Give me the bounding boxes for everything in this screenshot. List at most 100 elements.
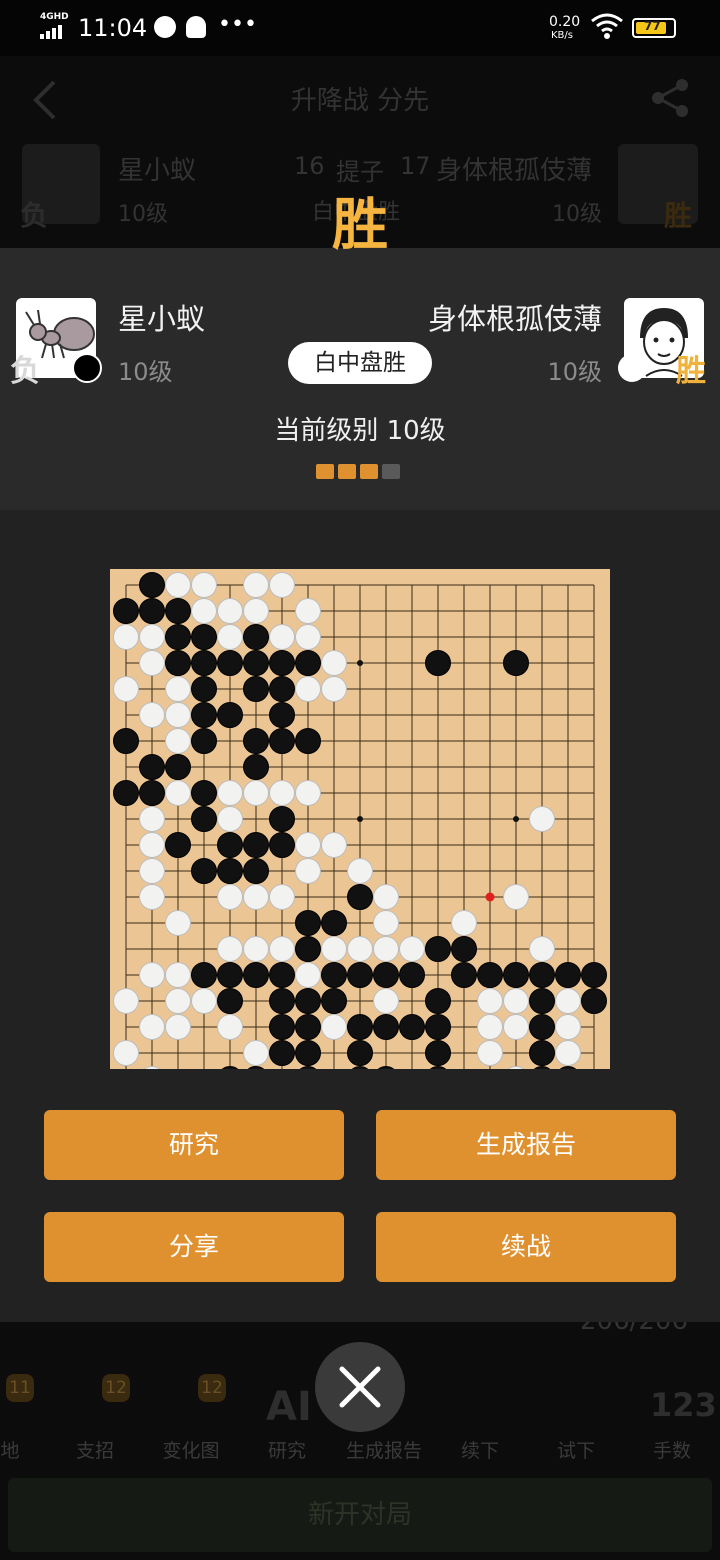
white-stone[interactable] bbox=[295, 624, 321, 650]
black-stone[interactable] bbox=[165, 624, 191, 650]
black-stone[interactable] bbox=[347, 884, 373, 910]
black-stone[interactable] bbox=[191, 962, 217, 988]
black-stone[interactable] bbox=[269, 832, 295, 858]
black-stone[interactable] bbox=[503, 650, 529, 676]
white-stone[interactable] bbox=[477, 1040, 503, 1066]
black-stone[interactable] bbox=[217, 962, 243, 988]
white-stone[interactable] bbox=[217, 598, 243, 624]
black-stone[interactable] bbox=[425, 650, 451, 676]
black-stone[interactable] bbox=[451, 936, 477, 962]
white-stone[interactable] bbox=[139, 1014, 165, 1040]
black-stone[interactable] bbox=[425, 1040, 451, 1066]
black-stone[interactable] bbox=[243, 728, 269, 754]
white-stone[interactable] bbox=[477, 1014, 503, 1040]
white-stone[interactable] bbox=[139, 962, 165, 988]
black-stone[interactable] bbox=[139, 572, 165, 598]
black-stone[interactable] bbox=[529, 988, 555, 1014]
study-button[interactable]: 研究 bbox=[44, 1110, 344, 1180]
white-stone[interactable] bbox=[295, 598, 321, 624]
nav-item-try[interactable]: 试下 bbox=[526, 1436, 626, 1463]
black-stone[interactable] bbox=[295, 728, 321, 754]
white-stone[interactable] bbox=[373, 884, 399, 910]
black-stone[interactable] bbox=[269, 702, 295, 728]
nav-item-ai-study[interactable]: 研究 bbox=[237, 1436, 337, 1463]
black-stone[interactable] bbox=[503, 962, 529, 988]
share-button[interactable]: 分享 bbox=[44, 1212, 344, 1282]
black-stone[interactable] bbox=[269, 806, 295, 832]
white-stone[interactable] bbox=[165, 988, 191, 1014]
white-stone[interactable] bbox=[139, 624, 165, 650]
white-stone[interactable] bbox=[217, 1014, 243, 1040]
white-stone[interactable] bbox=[243, 1040, 269, 1066]
white-stone[interactable] bbox=[321, 936, 347, 962]
white-stone[interactable] bbox=[113, 1040, 139, 1066]
white-stone[interactable] bbox=[243, 572, 269, 598]
white-stone[interactable] bbox=[529, 806, 555, 832]
white-stone[interactable] bbox=[477, 988, 503, 1014]
nav-item-continue[interactable]: 续下 bbox=[430, 1436, 530, 1463]
black-stone[interactable] bbox=[529, 962, 555, 988]
white-stone[interactable] bbox=[165, 676, 191, 702]
black-stone[interactable] bbox=[165, 832, 191, 858]
white-stone[interactable] bbox=[269, 884, 295, 910]
white-stone[interactable] bbox=[295, 676, 321, 702]
white-stone[interactable] bbox=[139, 806, 165, 832]
white-stone[interactable] bbox=[243, 936, 269, 962]
black-stone[interactable] bbox=[191, 676, 217, 702]
white-stone[interactable] bbox=[191, 572, 217, 598]
black-stone[interactable] bbox=[269, 962, 295, 988]
white-stone[interactable] bbox=[295, 962, 321, 988]
black-stone[interactable] bbox=[399, 1014, 425, 1040]
white-stone[interactable] bbox=[373, 910, 399, 936]
white-stone[interactable] bbox=[165, 702, 191, 728]
black-stone[interactable] bbox=[477, 962, 503, 988]
black-stone[interactable] bbox=[321, 988, 347, 1014]
black-stone[interactable] bbox=[243, 650, 269, 676]
share-icon[interactable] bbox=[650, 78, 690, 122]
white-stone[interactable] bbox=[555, 988, 581, 1014]
black-stone[interactable] bbox=[269, 1040, 295, 1066]
black-stone[interactable] bbox=[347, 962, 373, 988]
black-stone[interactable] bbox=[295, 936, 321, 962]
black-stone[interactable] bbox=[269, 728, 295, 754]
white-stone[interactable] bbox=[243, 780, 269, 806]
white-stone[interactable] bbox=[139, 884, 165, 910]
black-stone[interactable] bbox=[217, 650, 243, 676]
black-stone[interactable] bbox=[243, 624, 269, 650]
white-stone[interactable] bbox=[295, 832, 321, 858]
black-stone[interactable] bbox=[139, 754, 165, 780]
white-stone[interactable] bbox=[295, 780, 321, 806]
white-stone[interactable] bbox=[295, 858, 321, 884]
white-stone[interactable] bbox=[165, 1014, 191, 1040]
white-stone[interactable] bbox=[321, 650, 347, 676]
white-stone[interactable] bbox=[399, 936, 425, 962]
black-stone[interactable] bbox=[217, 858, 243, 884]
black-stone[interactable] bbox=[295, 1040, 321, 1066]
black-stone[interactable] bbox=[113, 598, 139, 624]
white-stone[interactable] bbox=[269, 624, 295, 650]
black-stone[interactable] bbox=[191, 728, 217, 754]
black-stone[interactable] bbox=[555, 962, 581, 988]
black-stone[interactable] bbox=[269, 1014, 295, 1040]
black-stone[interactable] bbox=[373, 1014, 399, 1040]
white-stone[interactable] bbox=[529, 936, 555, 962]
black-stone[interactable] bbox=[451, 962, 477, 988]
nav-item-report[interactable]: 生成报告 bbox=[334, 1436, 434, 1463]
white-stone[interactable] bbox=[217, 936, 243, 962]
white-stone[interactable] bbox=[165, 572, 191, 598]
white-stone[interactable] bbox=[139, 702, 165, 728]
white-stone[interactable] bbox=[165, 728, 191, 754]
white-stone[interactable] bbox=[165, 910, 191, 936]
white-stone[interactable] bbox=[321, 832, 347, 858]
white-stone[interactable] bbox=[165, 780, 191, 806]
new-game-button[interactable]: 新开对局 bbox=[8, 1478, 712, 1552]
white-stone[interactable] bbox=[217, 624, 243, 650]
black-stone[interactable] bbox=[321, 910, 347, 936]
black-stone[interactable] bbox=[217, 832, 243, 858]
black-stone[interactable] bbox=[425, 988, 451, 1014]
white-stone[interactable] bbox=[503, 988, 529, 1014]
black-stone[interactable] bbox=[139, 780, 165, 806]
black-stone[interactable] bbox=[165, 650, 191, 676]
white-stone[interactable] bbox=[347, 858, 373, 884]
black-stone[interactable] bbox=[243, 858, 269, 884]
